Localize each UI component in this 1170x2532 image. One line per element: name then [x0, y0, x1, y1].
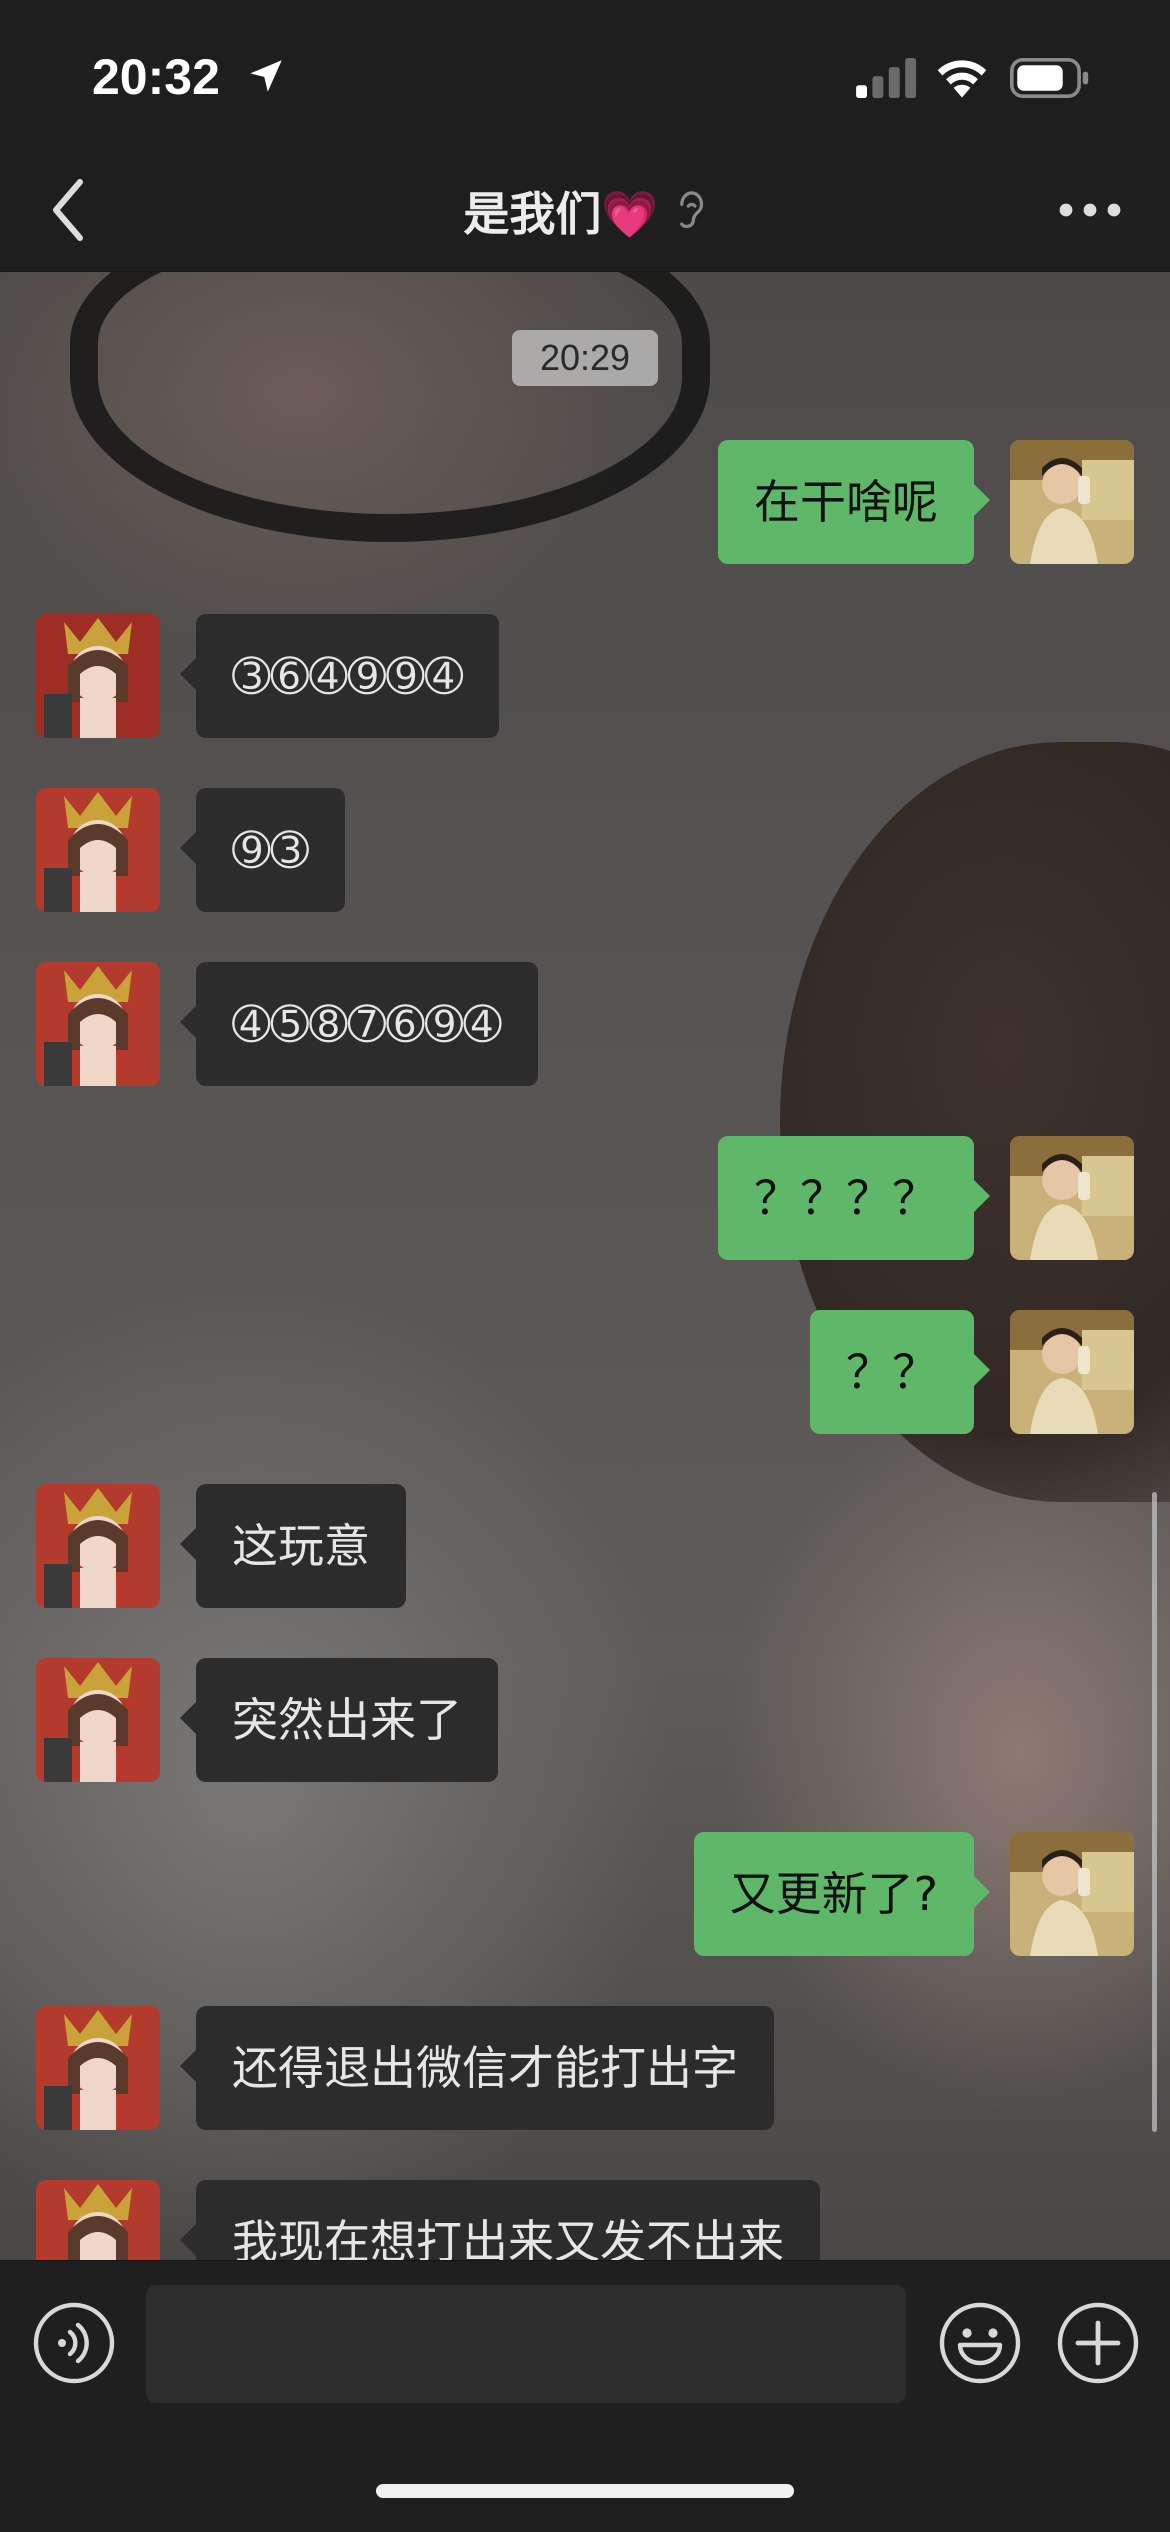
cellular-signal-icon: [856, 58, 917, 98]
chat-title-group: 是我们💗: [0, 176, 1170, 246]
contact-avatar[interactable]: [36, 1658, 160, 1782]
avatar-photo-contact: [36, 2006, 160, 2130]
contact-avatar[interactable]: [36, 788, 160, 912]
emoji-button[interactable]: [938, 2301, 1022, 2385]
battery-icon: [1010, 58, 1089, 98]
avatar-photo-me: [1010, 440, 1134, 564]
avatar-photo-contact: [36, 788, 160, 912]
message-text-input[interactable]: [146, 2285, 906, 2403]
wifi-icon: [937, 60, 987, 98]
my-avatar[interactable]: [1010, 1136, 1134, 1260]
avatar-photo-contact: [36, 614, 160, 738]
sent-message-bubble[interactable]: ？？？？: [718, 1136, 990, 1260]
avatar-photo-contact: [36, 1484, 160, 1608]
contact-avatar[interactable]: [36, 2006, 160, 2130]
avatar-photo-contact: [36, 962, 160, 1086]
more-options-button[interactable]: [1050, 180, 1130, 240]
contact-avatar[interactable]: [36, 1484, 160, 1608]
avatar-photo-me: [1010, 1832, 1134, 1956]
chat-message-area[interactable]: 20:29 在干啥呢 ➂➅➃➈➈➃ ➈➂ ➃➄➇➆➅➈➃ ？？？？ ？？ 这玩意…: [0, 272, 1170, 2260]
received-message-bubble[interactable]: 这玩意: [180, 1484, 406, 1608]
sent-message-bubble[interactable]: 在干啥呢: [718, 440, 990, 564]
my-avatar[interactable]: [1010, 1832, 1134, 1956]
more-functions-plus-button[interactable]: [1056, 2301, 1140, 2385]
contact-avatar[interactable]: [36, 2180, 160, 2260]
received-message-bubble[interactable]: ➂➅➃➈➈➃: [179, 614, 500, 738]
home-indicator[interactable]: [376, 2484, 794, 2498]
my-avatar[interactable]: [1010, 1310, 1134, 1434]
status-bar: 20:32: [0, 0, 1170, 150]
ear-icon: [679, 191, 703, 229]
contact-avatar[interactable]: [36, 614, 160, 738]
my-avatar[interactable]: [1010, 440, 1134, 564]
status-time: 20:32: [92, 49, 220, 105]
location-arrow-icon: [250, 60, 282, 92]
sent-message-bubble[interactable]: ？？: [810, 1310, 990, 1434]
contact-avatar[interactable]: [36, 962, 160, 1086]
avatar-photo-contact: [36, 2180, 160, 2260]
background-photo-glasses: [70, 272, 710, 542]
received-message-bubble[interactable]: 还得退出微信才能打出字: [180, 2006, 774, 2130]
received-message-bubble[interactable]: ➃➄➇➆➅➈➃: [180, 962, 538, 1086]
message-timestamp: 20:29: [512, 330, 658, 386]
wechat-chat-screen: 20:32 是我们💗 20:29 在干啥呢 ➂➅➃➈➈➃ ➈➂ ➃➄➇➆➅➈➃ …: [0, 0, 1170, 2532]
avatar-photo-me: [1010, 1310, 1134, 1434]
received-message-bubble[interactable]: 我现在想打出来又发不出来: [180, 2180, 820, 2260]
chat-nav-bar: 是我们💗: [0, 150, 1170, 272]
scroll-indicator[interactable]: [1152, 1492, 1157, 2132]
avatar-photo-contact: [36, 1658, 160, 1782]
chat-title: 是我们💗: [463, 187, 659, 241]
voice-input-button[interactable]: [32, 2301, 116, 2385]
received-message-bubble[interactable]: 突然出来了: [180, 1658, 498, 1782]
received-message-bubble[interactable]: ➈➂: [179, 788, 346, 912]
avatar-photo-me: [1010, 1136, 1134, 1260]
sent-message-bubble[interactable]: 又更新了?: [693, 1832, 991, 1956]
